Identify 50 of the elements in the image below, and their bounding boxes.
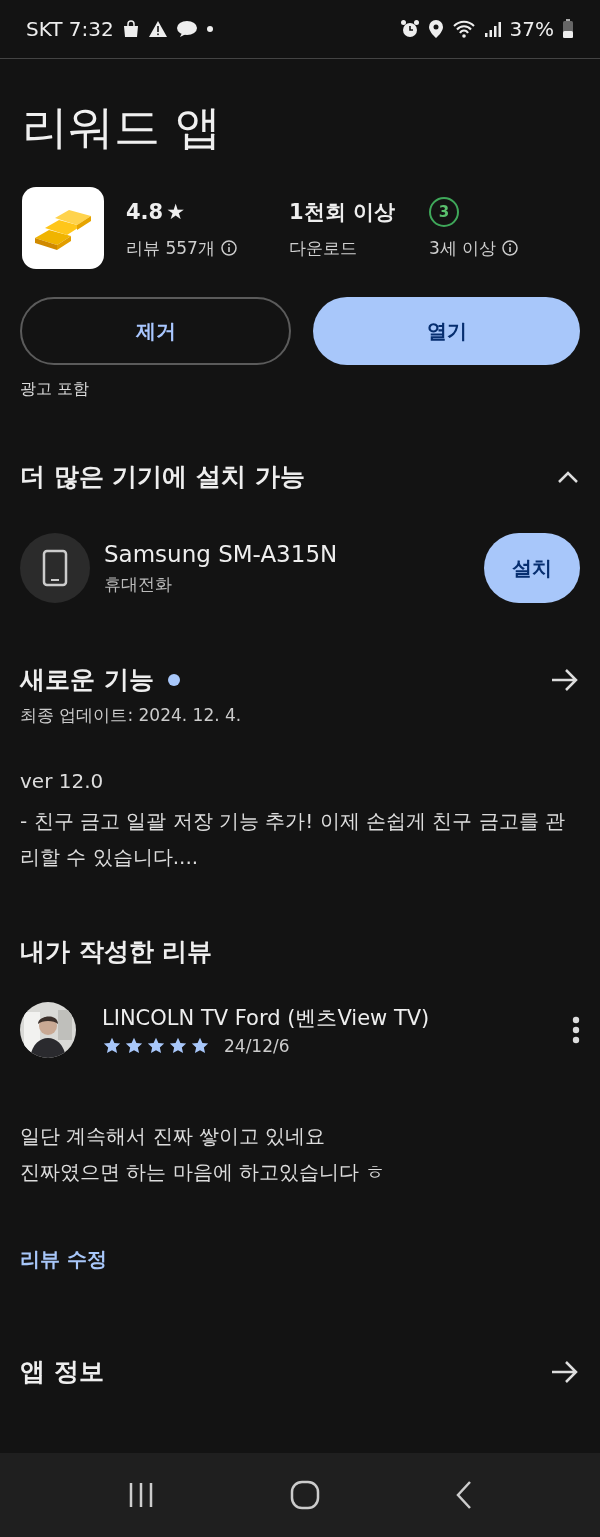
back-icon[interactable] xyxy=(454,1480,473,1510)
install-button[interactable]: 설치 xyxy=(484,533,580,603)
wifi-icon xyxy=(451,19,476,39)
rating: 4.8 xyxy=(126,199,164,224)
review-date: 24/12/6 xyxy=(224,1036,290,1056)
open-button[interactable]: 열기 xyxy=(313,297,580,365)
new-indicator-icon xyxy=(167,673,180,686)
arrow-right-icon[interactable] xyxy=(550,1358,580,1385)
signal-icon xyxy=(483,20,502,38)
device-name: Samsung SM-A315N xyxy=(104,540,338,567)
section-heading: 앱 정보 xyxy=(20,1356,104,1388)
version-text: ver 12.0 xyxy=(20,769,105,793)
info-icon[interactable] xyxy=(502,240,519,256)
review-count: 리뷰 557개 xyxy=(126,236,215,260)
review-text: 일단 계속해서 진짜 쌓이고 있네요 진짜였으면 하는 마음에 하고있습니다 ㅎ xyxy=(20,1123,387,1186)
age-rating-label: 3세 이상 xyxy=(429,236,497,260)
star-icon xyxy=(146,1036,166,1056)
star-icon xyxy=(124,1036,144,1056)
carrier-time: SKT 7:32 xyxy=(26,17,114,41)
alarm-icon xyxy=(399,19,420,39)
battery-percent: 37% xyxy=(509,17,554,41)
warning-icon xyxy=(147,20,168,38)
star-icon xyxy=(190,1036,210,1056)
section-heading: 새로운 기능 xyxy=(20,664,154,696)
uninstall-button[interactable]: 제거 xyxy=(20,297,291,365)
app-title: 리워드 앱 xyxy=(22,99,222,156)
downloads-label: 다운로드 xyxy=(289,236,358,260)
app-icon xyxy=(22,187,104,269)
dot-icon xyxy=(205,25,214,33)
age-rating-badge: 3 xyxy=(429,196,459,227)
home-icon[interactable] xyxy=(290,1480,320,1510)
star-icon xyxy=(168,1036,188,1056)
reviewer-name: LINCOLN TV Ford (벤츠View TV) xyxy=(102,1005,430,1032)
device-type: 휴대전화 xyxy=(104,572,173,596)
arrow-right-icon[interactable] xyxy=(550,666,580,693)
update-date: 최종 업데이트: 2024. 12. 4. xyxy=(20,704,243,727)
section-heading: 내가 작성한 리뷰 xyxy=(20,936,213,968)
location-icon xyxy=(427,19,444,39)
chat-bubble-icon xyxy=(175,20,198,38)
info-icon[interactable] xyxy=(220,240,237,256)
more-options-icon[interactable] xyxy=(572,1016,580,1044)
star-icon: ★ xyxy=(166,199,186,224)
section-heading: 더 많은 기기에 설치 가능 xyxy=(20,461,305,493)
ads-note: 광고 포함 xyxy=(20,379,91,400)
release-notes: - 친구 금고 일괄 저장 기능 추가! 이제 손쉽게 친구 금고를 관리할 수 있습니다.... xyxy=(20,808,567,871)
download-count: 1천회 이상 xyxy=(289,198,396,226)
edit-review-link[interactable]: 리뷰 수정 xyxy=(20,1246,107,1273)
battery-icon xyxy=(562,19,574,39)
star-icon xyxy=(102,1036,122,1056)
shopping-bag-icon xyxy=(121,20,140,38)
